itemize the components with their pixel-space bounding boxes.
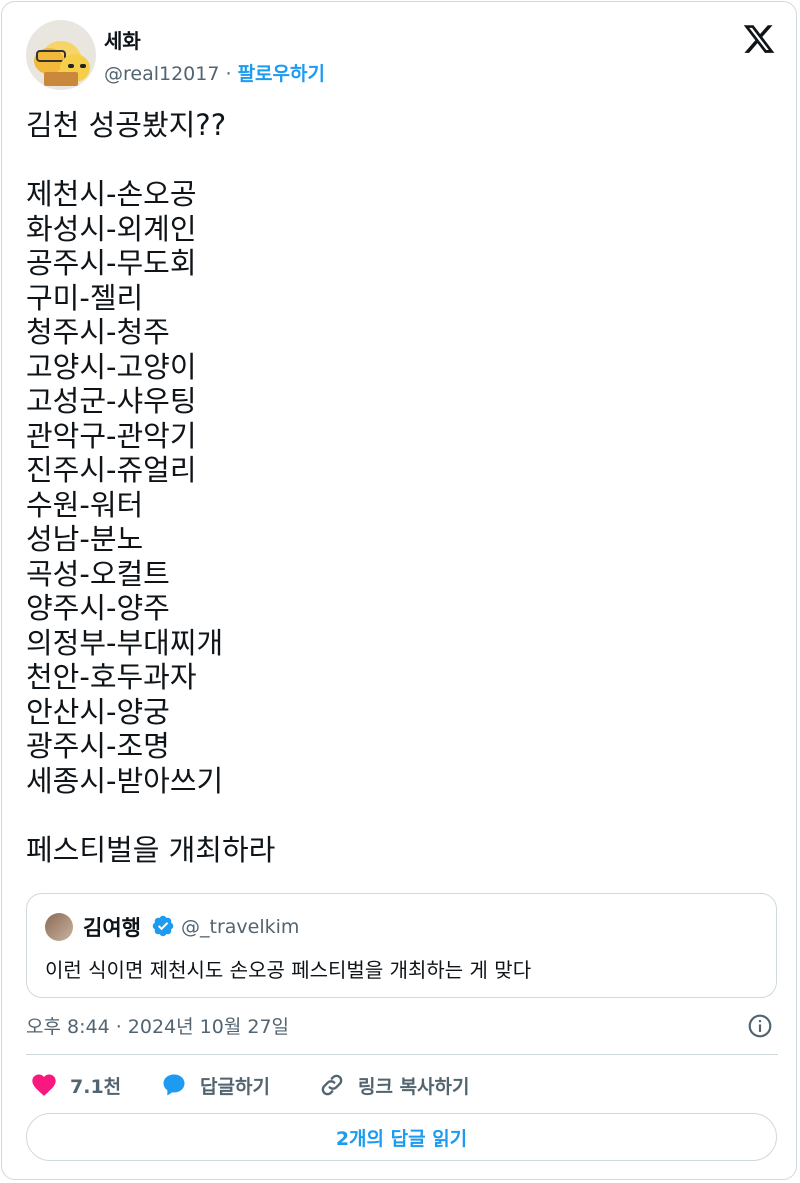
quoted-author-handle: @_travelkim bbox=[181, 916, 300, 938]
tweet-card: 세화 @real12017 · 팔로우하기 김천 성공봤지?? 제천시-손오공 … bbox=[1, 1, 797, 1180]
info-icon[interactable] bbox=[747, 1013, 773, 1039]
tweet-text: 김천 성공봤지?? 제천시-손오공 화성시-외계인 공주시-무도회 구미-젤리 … bbox=[26, 108, 276, 867]
like-count: 7.1천 bbox=[70, 1075, 122, 1098]
quoted-author-name: 김여행 bbox=[83, 916, 141, 940]
verified-badge-icon bbox=[152, 915, 174, 937]
read-replies-button[interactable]: 2개의 답글 읽기 bbox=[26, 1113, 777, 1161]
quoted-author-avatar bbox=[45, 913, 73, 941]
author-handle[interactable]: @real12017 bbox=[104, 63, 219, 85]
avatar-eye bbox=[68, 64, 74, 68]
like-button[interactable]: 7.1천 bbox=[30, 1068, 121, 1102]
x-logo-icon[interactable] bbox=[742, 22, 776, 56]
copy-link-button[interactable]: 링크 복사하기 bbox=[318, 1068, 470, 1102]
separator-dot: · bbox=[219, 63, 238, 85]
tweet-header: 세화 @real12017 · 팔로우하기 bbox=[26, 20, 778, 90]
reply-button[interactable]: 답글하기 bbox=[160, 1068, 270, 1102]
tweet-timestamp[interactable]: 오후 8:44 · 2024년 10월 27일 bbox=[26, 1012, 289, 1039]
author-name[interactable]: 세화 bbox=[104, 25, 141, 54]
quoted-tweet[interactable]: 김여행 @_travelkim 이런 식이면 제천시도 손오공 페스티벌을 개최… bbox=[26, 893, 777, 998]
link-icon bbox=[321, 1074, 343, 1096]
quoted-tweet-text: 이런 식이면 제천시도 손오공 페스티벌을 개최하는 게 맞다 bbox=[45, 958, 532, 982]
copy-link-label: 링크 복사하기 bbox=[358, 1075, 470, 1098]
avatar-eye bbox=[80, 64, 86, 68]
action-bar: 7.1천 답글하기 링크 복사하기 bbox=[26, 1068, 778, 1102]
reply-label: 답글하기 bbox=[200, 1075, 270, 1098]
author-avatar[interactable] bbox=[26, 20, 96, 90]
avatar-book bbox=[44, 72, 78, 86]
divider bbox=[26, 1054, 778, 1055]
reply-bubble-icon bbox=[163, 1074, 185, 1096]
follow-button[interactable]: 팔로우하기 bbox=[238, 63, 325, 85]
author-handle-line: @real12017 · 팔로우하기 bbox=[104, 59, 325, 86]
heart-icon bbox=[32, 1074, 56, 1096]
